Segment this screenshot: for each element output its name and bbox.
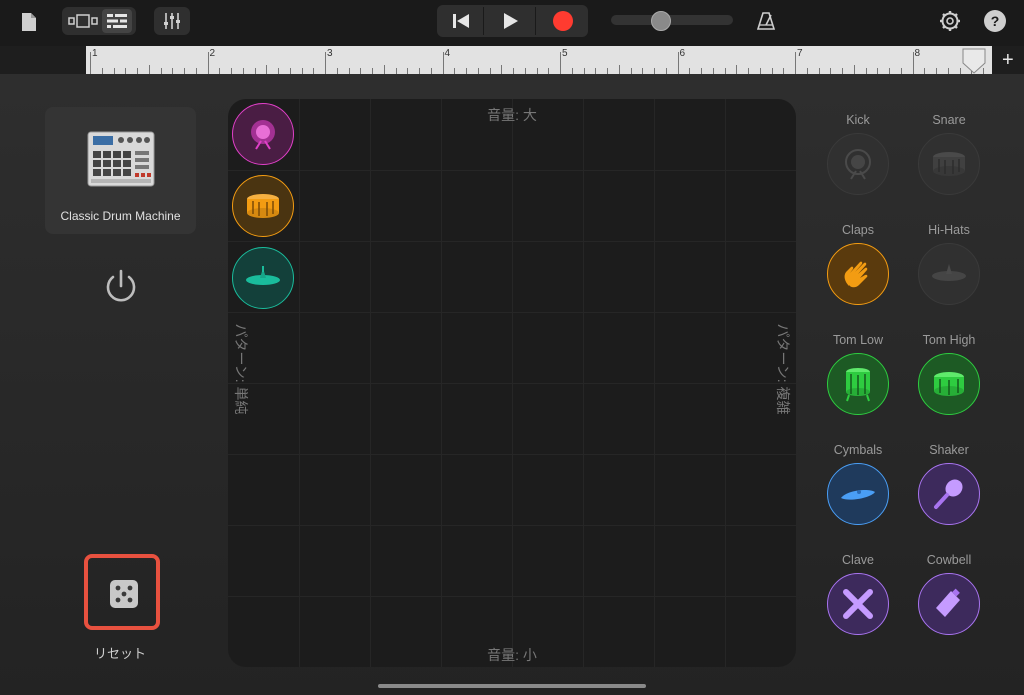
hihats-label: Hi-Hats xyxy=(928,223,970,237)
ruler-tick xyxy=(148,65,150,74)
ruler-tick xyxy=(442,52,444,74)
tom-low-label: Tom Low xyxy=(832,333,884,347)
transport-controls xyxy=(437,5,588,37)
ruler-bar-label: 3 xyxy=(327,48,333,59)
snare-button[interactable] xyxy=(918,133,980,195)
cowbell-label: Cowbell xyxy=(926,553,972,567)
clave-button[interactable] xyxy=(827,573,889,635)
ruler-tick xyxy=(912,52,914,74)
tom-high-icon xyxy=(934,372,964,396)
pad-right-label: パターン: 複雑 xyxy=(775,323,791,415)
pad-top-label: 音量: 大 xyxy=(487,107,537,123)
help-icon[interactable]: ? xyxy=(984,10,1006,32)
master-volume-slider[interactable] xyxy=(611,11,733,31)
metronome-icon[interactable] xyxy=(754,9,778,33)
tom-low-icon xyxy=(846,368,870,402)
cymbals-label: Cymbals xyxy=(833,443,883,457)
help-glyph: ? xyxy=(990,13,1000,29)
shaker-button[interactable] xyxy=(918,463,980,525)
home-indicator xyxy=(378,684,646,688)
kick-drum-icon xyxy=(845,149,871,180)
drum-machine-icon xyxy=(87,131,155,192)
view-tracks-icon[interactable] xyxy=(66,9,100,33)
claps-label: Claps xyxy=(842,223,874,237)
document-icon[interactable] xyxy=(18,10,40,34)
cowbell-button[interactable] xyxy=(918,573,980,635)
pad-hihat-icon[interactable] xyxy=(232,247,294,309)
ruler-tick xyxy=(266,65,268,74)
shaker-label: Shaker xyxy=(929,443,969,457)
ruler-tick xyxy=(207,52,209,74)
pad-bottom-label: 音量: 小 xyxy=(487,647,537,663)
ruler-tick xyxy=(90,52,91,74)
ruler-tick xyxy=(560,52,561,74)
ruler-tick xyxy=(795,52,796,74)
cymbals-button[interactable] xyxy=(827,463,889,525)
kick-label: Kick xyxy=(846,113,870,127)
pad-left-label: パターン: 単純 xyxy=(233,323,249,415)
dice-icon xyxy=(110,580,138,608)
ruler-bar-label: 6 xyxy=(679,48,686,59)
ruler-bar-label: 1 xyxy=(92,48,98,59)
ruler-bar-label: 8 xyxy=(914,48,921,59)
volume-slider-knob[interactable] xyxy=(651,11,671,31)
cymbal-icon xyxy=(841,490,875,500)
xy-pattern-pad[interactable]: 音量: 大 音量: 小 パターン: 単純 パターン: 複雑 xyxy=(228,99,796,667)
snare-drum-icon xyxy=(933,152,965,176)
tom-high-label: Tom High xyxy=(922,333,976,347)
kit-name: Classic Drum Machine xyxy=(60,209,181,223)
snare-label: Snare xyxy=(932,113,966,127)
cowbell-icon xyxy=(936,588,960,617)
rewind-icon[interactable] xyxy=(439,7,484,35)
clap-hand-icon xyxy=(844,261,868,288)
ruler-tick xyxy=(325,52,326,74)
drum-kit-card[interactable]: Classic Drum Machine xyxy=(45,107,196,234)
play-icon[interactable] xyxy=(487,7,536,35)
ruler-tick xyxy=(736,65,738,74)
ruler-tick xyxy=(618,65,620,74)
hihats-button[interactable] xyxy=(918,243,980,305)
timeline-ruler[interactable]: 1 2 3 4 5 6 7 8 xyxy=(86,46,992,75)
claps-button[interactable] xyxy=(827,243,889,305)
ruler-bar-label: 5 xyxy=(562,48,568,59)
power-icon[interactable] xyxy=(102,268,140,311)
timeline-ruler-bar: 1 2 3 4 5 6 7 8 + xyxy=(0,46,1024,75)
tom-low-button[interactable] xyxy=(827,353,889,415)
reset-button[interactable] xyxy=(84,554,160,630)
settings-icon[interactable] xyxy=(938,9,962,33)
ruler-bar-label: 4 xyxy=(444,48,451,59)
reset-label: リセット xyxy=(93,646,146,661)
clave-icon xyxy=(843,589,873,619)
pad-kick-drum-icon[interactable] xyxy=(232,103,294,165)
hihat-icon xyxy=(932,264,966,281)
ruler-tick xyxy=(383,65,385,74)
pad-snare-drum-icon[interactable] xyxy=(232,175,294,237)
ruler-tick xyxy=(853,65,855,74)
mixer-icon[interactable] xyxy=(154,7,190,35)
shaker-icon xyxy=(934,479,963,509)
add-section-button[interactable]: + xyxy=(1002,49,1014,72)
ruler-bar-label: 7 xyxy=(797,48,803,59)
record-icon[interactable] xyxy=(541,7,585,35)
ruler-bar-label: 2 xyxy=(209,48,216,59)
tom-high-button[interactable] xyxy=(918,353,980,415)
track-view-icon[interactable] xyxy=(102,9,132,33)
clave-label: Clave xyxy=(842,553,874,567)
ruler-tick xyxy=(677,52,679,74)
view-segment xyxy=(62,7,136,35)
top-toolbar: ? xyxy=(0,0,1024,46)
ruler-tick xyxy=(501,65,503,74)
kick-button[interactable] xyxy=(827,133,889,195)
